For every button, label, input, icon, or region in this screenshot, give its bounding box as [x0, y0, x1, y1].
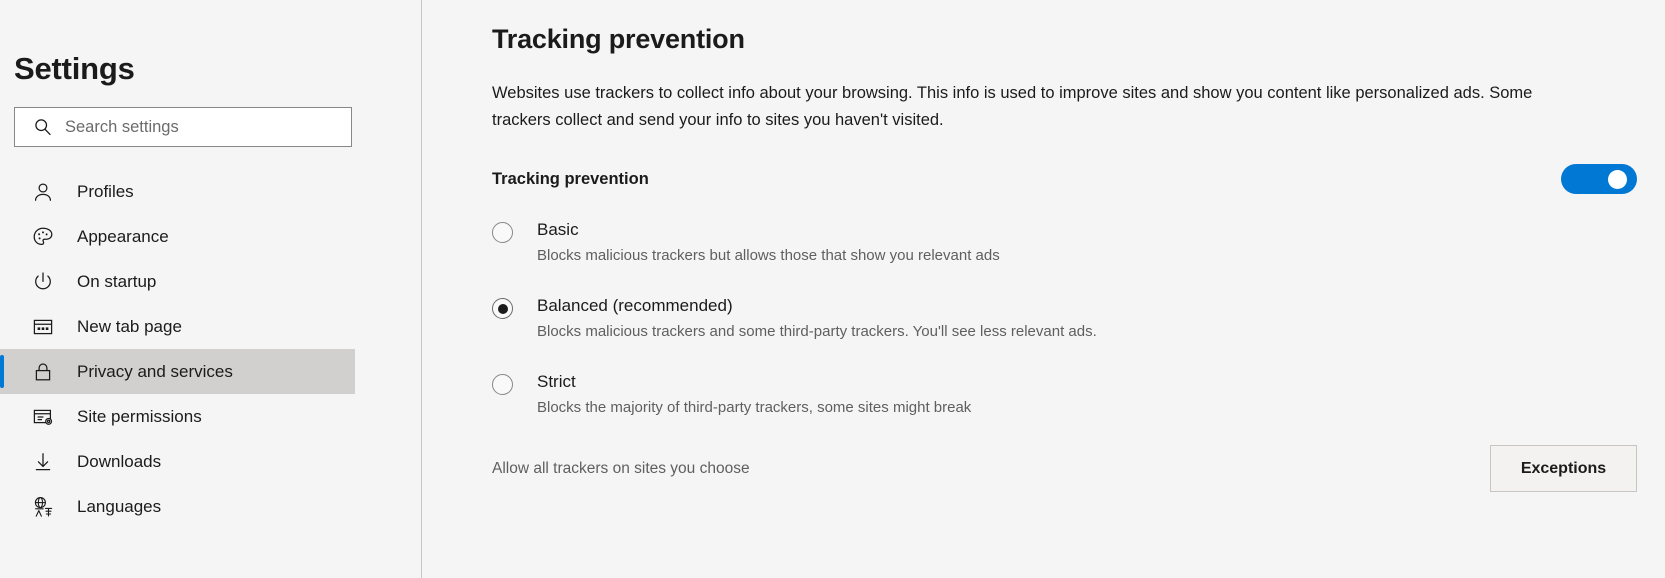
- page-title: Settings: [14, 51, 135, 86]
- sidebar-item-label: On startup: [77, 271, 157, 291]
- person-icon: [31, 180, 55, 204]
- sidebar-item-profiles[interactable]: Profiles: [0, 169, 355, 214]
- option-label: Balanced (recommended): [537, 296, 733, 315]
- sidebar-item-label: Site permissions: [77, 406, 202, 426]
- toggle-knob: [1608, 169, 1627, 189]
- option-label: Basic: [537, 220, 579, 239]
- search-input[interactable]: [65, 117, 315, 137]
- tracking-level-radio-group: Basic Blocks malicious trackers but allo…: [492, 218, 1665, 419]
- exceptions-label: Allow all trackers on sites you choose: [492, 459, 750, 477]
- option-text: Basic Blocks malicious trackers but allo…: [537, 218, 1000, 267]
- tracking-prevention-toggle[interactable]: [1561, 164, 1637, 194]
- radio-button[interactable]: [492, 298, 513, 319]
- radio-button[interactable]: [492, 374, 513, 395]
- sidebar-item-on-startup[interactable]: On startup: [0, 259, 355, 304]
- sidebar-item-label: Profiles: [77, 181, 134, 201]
- sidebar: Settings Profiles: [0, 0, 422, 578]
- main-content: Tracking prevention Websites use tracker…: [422, 0, 1665, 578]
- sidebar-item-label: New tab page: [77, 316, 182, 336]
- option-text: Balanced (recommended) Blocks malicious …: [537, 294, 1097, 343]
- radio-option-balanced[interactable]: Balanced (recommended) Blocks malicious …: [492, 294, 1665, 343]
- sidebar-item-privacy-and-services[interactable]: Privacy and services: [0, 349, 355, 394]
- section-heading: Tracking prevention: [492, 170, 649, 188]
- option-text: Strict Blocks the majority of third-part…: [537, 370, 971, 419]
- search-box[interactable]: [14, 107, 352, 147]
- new-tab-page-icon: [31, 315, 55, 339]
- palette-icon: [31, 225, 55, 249]
- search-icon: [33, 117, 53, 137]
- sidebar-item-languages[interactable]: Languages: [0, 484, 355, 529]
- sidebar-item-site-permissions[interactable]: Site permissions: [0, 394, 355, 439]
- option-label: Strict: [537, 372, 576, 391]
- language-icon: [31, 495, 55, 519]
- sidebar-nav: Profiles Appearance On startup New tab p…: [0, 169, 421, 529]
- sidebar-item-label: Privacy and services: [77, 361, 233, 381]
- radio-button[interactable]: [492, 222, 513, 243]
- sidebar-item-label: Downloads: [77, 451, 162, 471]
- sidebar-item-downloads[interactable]: Downloads: [0, 439, 355, 484]
- exceptions-row: Allow all trackers on sites you choose E…: [492, 445, 1665, 492]
- radio-option-basic[interactable]: Basic Blocks malicious trackers but allo…: [492, 218, 1665, 267]
- exceptions-button[interactable]: Exceptions: [1490, 445, 1637, 492]
- power-icon: [31, 270, 55, 294]
- sidebar-item-new-tab-page[interactable]: New tab page: [0, 304, 355, 349]
- sidebar-item-appearance[interactable]: Appearance: [0, 214, 355, 259]
- tracking-prevention-section: Tracking prevention: [492, 164, 1665, 194]
- radio-option-strict[interactable]: Strict Blocks the majority of third-part…: [492, 370, 1665, 419]
- download-icon: [31, 450, 55, 474]
- option-description: Blocks malicious trackers and some third…: [537, 323, 1097, 340]
- site-settings-icon: [31, 405, 55, 429]
- option-description: Blocks malicious trackers but allows tho…: [537, 247, 1000, 264]
- sidebar-item-label: Appearance: [77, 226, 169, 246]
- content-title: Tracking prevention: [492, 24, 745, 54]
- content-description: Websites use trackers to collect info ab…: [492, 84, 1533, 129]
- settings-window: Settings Profiles: [0, 0, 1665, 578]
- sidebar-item-label: Languages: [77, 496, 162, 516]
- option-description: Blocks the majority of third-party track…: [537, 399, 972, 416]
- lock-icon: [31, 360, 55, 384]
